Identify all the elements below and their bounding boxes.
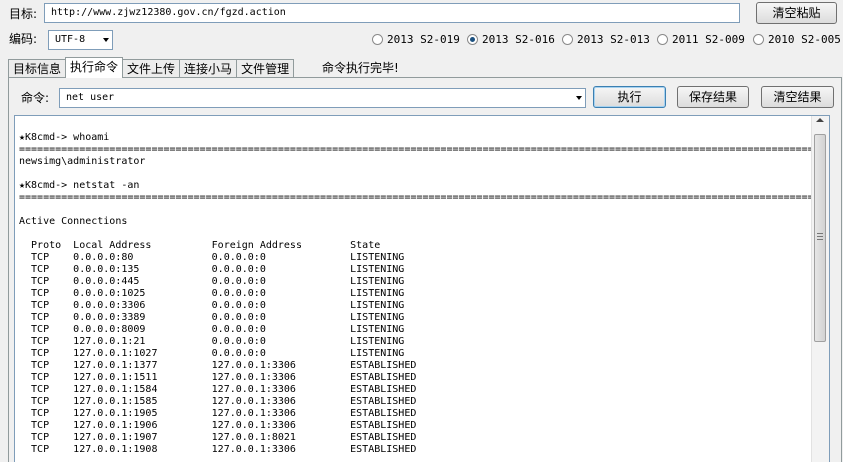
- radio-2010-s2-005[interactable]: 2010 S2-005: [753, 33, 841, 46]
- target-label: 目标:: [9, 7, 38, 21]
- grip-line: [817, 239, 823, 240]
- command-value: net user: [66, 92, 115, 103]
- encoding-select[interactable]: UTF-8: [48, 30, 113, 50]
- radio-unselected-icon: [562, 34, 573, 45]
- tab-connect-shell[interactable]: 连接小马: [179, 59, 238, 78]
- radio-selected-icon: [467, 34, 478, 45]
- chevron-down-icon: [103, 38, 109, 42]
- tab-execute-command[interactable]: 执行命令: [65, 57, 124, 78]
- grip-icon: [817, 233, 823, 234]
- target-url-input[interactable]: http://www.zjwz12380.gov.cn/fgzd.action: [44, 3, 740, 23]
- status-text: 命令执行完毕!: [322, 61, 399, 75]
- save-results-button[interactable]: 保存结果: [677, 86, 749, 108]
- grip-line: [817, 236, 823, 237]
- radio-unselected-icon: [657, 34, 668, 45]
- radio-2013-s2-013[interactable]: 2013 S2-013: [562, 33, 650, 46]
- tab-target-info[interactable]: 目标信息: [8, 59, 67, 78]
- clear-paste-button[interactable]: 清空粘贴: [756, 2, 837, 24]
- radio-label: 2013 S2-013: [577, 33, 650, 46]
- radio-label: 2011 S2-009: [672, 33, 745, 46]
- tab-file-upload[interactable]: 文件上传: [122, 59, 181, 78]
- radio-label: 2013 S2-016: [482, 33, 555, 46]
- radio-unselected-icon: [372, 34, 383, 45]
- output-area[interactable]: ★K8cmd-> whoami ========================…: [14, 115, 830, 462]
- tab-file-manager[interactable]: 文件管理: [236, 59, 295, 78]
- radio-label: 2013 S2-019: [387, 33, 460, 46]
- chevron-down-icon: [576, 96, 582, 100]
- radio-2013-s2-019[interactable]: 2013 S2-019: [372, 33, 460, 46]
- encoding-value: UTF-8: [55, 34, 86, 45]
- scroll-up-arrow-icon[interactable]: [816, 118, 824, 122]
- radio-2013-s2-016[interactable]: 2013 S2-016: [467, 33, 555, 46]
- encoding-label: 编码:: [9, 32, 38, 46]
- run-button[interactable]: 执行: [593, 86, 666, 108]
- scrollbar-thumb[interactable]: [814, 134, 826, 342]
- radio-label: 2010 S2-005: [768, 33, 841, 46]
- console-output: ★K8cmd-> whoami ========================…: [19, 132, 829, 455]
- radio-2011-s2-009[interactable]: 2011 S2-009: [657, 33, 745, 46]
- command-input[interactable]: net user: [59, 88, 586, 108]
- tab-bar: 目标信息 执行命令 文件上传 连接小马 文件管理: [8, 57, 295, 78]
- clear-results-button[interactable]: 清空结果: [761, 86, 834, 108]
- radio-unselected-icon: [753, 34, 764, 45]
- vertical-scrollbar[interactable]: [811, 116, 829, 462]
- command-label: 命令:: [21, 91, 50, 105]
